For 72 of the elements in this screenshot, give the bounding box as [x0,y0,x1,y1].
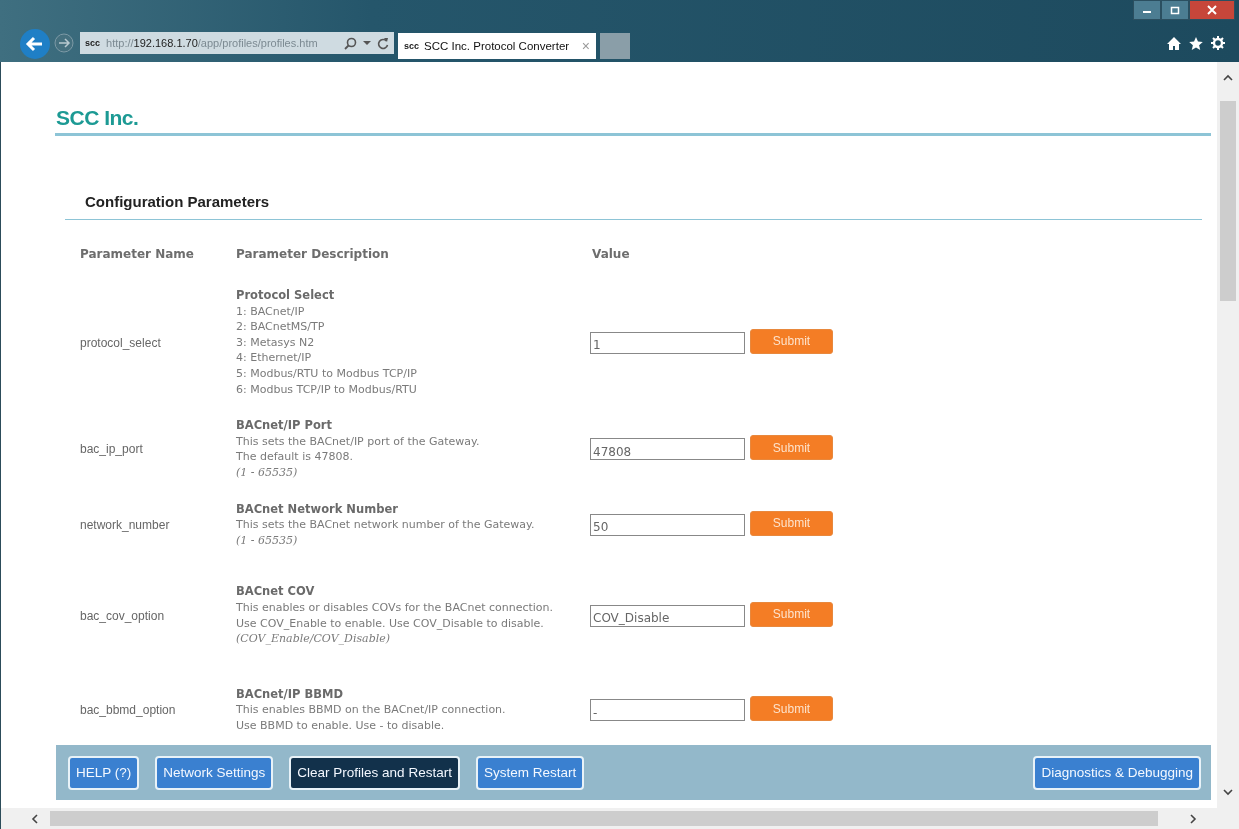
column-header: Parameter Description [236,247,390,261]
description-line: This enables BBMD on the BACnet/IP connection. [236,702,507,718]
maximize-button[interactable] [1161,0,1189,20]
minimize-button[interactable] [1133,0,1161,20]
value-range: (1 - 65535) [236,464,299,481]
scrollbar-thumb[interactable] [1220,101,1236,301]
value-field[interactable]: 50 [590,513,745,536]
description-title: BACnet/IP BBMD [236,686,345,703]
submit-button[interactable]: Submit [750,601,833,627]
column-header: Value [592,247,630,261]
parameter-name: network_number [80,517,171,532]
search-icon[interactable] [344,36,357,50]
value-field[interactable]: 47808 [590,438,745,461]
description-line: Use BBMD to enable. Use - to disable. [236,717,446,734]
description-line: 2: BACnetMS/TP [236,319,326,335]
chevron-right-icon[interactable] [1190,813,1197,824]
description-line: This enables or disables COVs for the BACnet connection. [236,599,555,616]
description-title: Protocol Select [236,288,336,304]
submit-button[interactable]: Submit [750,510,833,536]
description-line: 4: Ethernet/IP [236,350,313,366]
refresh-icon[interactable] [377,36,389,50]
column-header: Parameter Name [80,247,195,261]
parameter-name: bac_bbmd_option [80,703,177,718]
description-line: This sets the BACnet/IP port of the Gateway. [236,433,481,450]
chevron-up-icon[interactable] [1223,74,1233,81]
description-line: 1: BACnet/IP [236,303,306,320]
toolbar-button[interactable]: HELP (?) [68,755,140,790]
description-line: 3: Metasys N2 [236,334,316,351]
site-label: scc [85,38,101,48]
settings-icon[interactable] [1211,36,1225,50]
toolbar-button[interactable]: Clear Profiles and Restart [289,755,460,790]
description-line: 6: Modbus TCP/IP to Modbus/RTU [236,381,418,398]
description-line: This sets the BACnet network number of the Gateway. [236,517,536,533]
address-bar[interactable]: scc http://192.168.1.70/app/profiles/profiles.htm [80,32,394,54]
description-title: BACnet COV [236,584,316,600]
toolbar-button[interactable]: System Restart [475,755,585,790]
value-field[interactable]: 1 [590,331,745,354]
description-line: 5: Modbus/RTU to Modbus TCP/IP [236,365,418,382]
home-icon[interactable] [1167,36,1181,50]
vertical-scrollbar[interactable] [1217,62,1239,808]
browser-tab[interactable]: scc SCC Inc. Protocol Converter × [398,33,596,59]
description-title: BACnet Network Number [236,501,399,518]
parameter-name: bac_cov_option [80,608,166,623]
close-icon [1207,5,1217,15]
caret-icon[interactable] [363,40,371,46]
company-logo: SCC Inc. [56,106,140,131]
description-line: Use COV_Enable to enable. Use COV_Disable to disable. [236,615,545,632]
site-label: scc [404,41,420,51]
tab-title: SCC Inc. Protocol Converter [424,40,571,52]
chevron-left-icon[interactable] [31,813,38,824]
section-title: Configuration Parameters [85,193,271,210]
chevron-down-icon[interactable] [1223,789,1233,796]
description-title: BACnet/IP Port [236,418,333,434]
parameter-name: bac_ip_port [80,442,144,457]
value-range: (COV_Enable/COV_Disable) [236,631,391,647]
scrollbar-thumb[interactable] [50,811,1158,826]
toolbar-button[interactable]: Diagnostics & Debugging [1033,755,1201,790]
tab-close-button[interactable]: × [581,38,590,54]
star-icon[interactable] [1189,36,1203,50]
url-text: http://192.168.1.70/app/profiles/profiles.htm [106,37,319,49]
submit-button[interactable]: Submit [750,696,833,722]
submit-button[interactable]: Submit [750,435,833,461]
parameter-name: protocol_select [80,335,162,350]
submit-button[interactable]: Submit [750,328,833,354]
horizontal-scrollbar[interactable] [0,808,1239,829]
close-button[interactable] [1189,0,1235,20]
value-range: (1 - 65535) [236,532,299,549]
value-field[interactable]: COV_Disable [590,604,745,627]
value-field[interactable]: - [590,699,745,722]
toolbar-button[interactable]: Network Settings [155,755,274,790]
description-line: The default is 47808. [236,449,354,465]
maximize-icon [1170,5,1180,15]
